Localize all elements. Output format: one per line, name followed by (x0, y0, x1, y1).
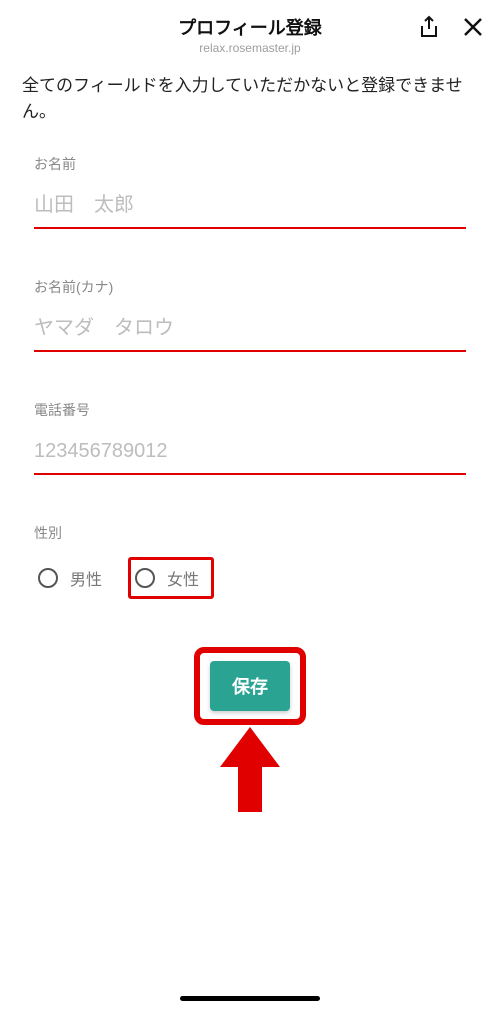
close-icon (462, 16, 484, 38)
header-center: プロフィール登録 relax.rosemaster.jp (178, 14, 322, 55)
gender-radio-group: 男性 女性 (34, 557, 466, 599)
name-kana-label: お名前(カナ) (34, 277, 466, 297)
close-button[interactable] (460, 14, 486, 40)
gender-female-option[interactable]: 女性 (128, 557, 214, 599)
name-input[interactable] (34, 188, 466, 229)
radio-icon (135, 568, 155, 588)
gender-male-label: 男性 (70, 566, 102, 590)
name-kana-field: お名前(カナ) (34, 277, 466, 352)
gender-female-label: 女性 (167, 566, 199, 590)
header: プロフィール登録 relax.rosemaster.jp (0, 0, 500, 63)
home-indicator[interactable] (180, 996, 320, 1001)
gender-label: 性別 (34, 523, 466, 543)
save-highlight: 保存 (194, 647, 306, 725)
arrow-up-icon (220, 727, 280, 812)
share-icon (418, 15, 440, 39)
save-area: 保存 (34, 647, 466, 812)
profile-form: お名前 お名前(カナ) 電話番号 性別 男性 女性 保存 (0, 132, 500, 812)
notice-text: 全てのフィールドを入力していただかないと登録できません。 (0, 63, 500, 132)
save-button[interactable]: 保存 (210, 661, 290, 711)
gender-field: 性別 男性 女性 (34, 523, 466, 599)
radio-icon (38, 568, 58, 588)
page-title: プロフィール登録 (178, 14, 322, 40)
share-button[interactable] (416, 14, 442, 40)
name-field: お名前 (34, 154, 466, 229)
phone-input[interactable] (34, 434, 466, 475)
header-actions (416, 14, 486, 40)
phone-label: 電話番号 (34, 400, 466, 420)
phone-field: 電話番号 (34, 400, 466, 475)
name-label: お名前 (34, 154, 466, 174)
page-subtitle: relax.rosemaster.jp (178, 41, 322, 55)
name-kana-input[interactable] (34, 311, 466, 352)
gender-male-option[interactable]: 男性 (34, 560, 114, 596)
